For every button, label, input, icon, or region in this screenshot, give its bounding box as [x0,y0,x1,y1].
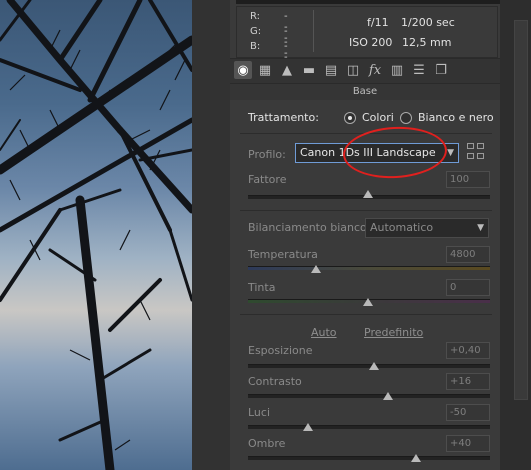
bw-option-label[interactable]: Bianco e nero [418,111,494,124]
aperture-value: f/11 [367,16,389,29]
chevron-down-icon: ▼ [447,148,454,158]
highlights-label: Luci [248,406,271,419]
highlights-slider-track[interactable] [248,425,490,429]
tint-slider-thumb[interactable] [363,298,373,306]
r-readout: R: --- [250,11,288,44]
mountain-icon[interactable]: ▲ [278,61,296,79]
snapshots-icon[interactable]: ❐ [432,61,450,79]
grid-icon[interactable]: ▦ [256,61,274,79]
exposure-label: Esposizione [248,344,313,357]
info-box [236,6,498,58]
color-radio[interactable] [344,112,356,124]
g-readout: G: --- [250,26,288,59]
shutter-value: 1/200 sec [401,16,455,29]
hsl-icon[interactable]: ▤ [322,61,340,79]
lens-icon[interactable]: ◫ [344,61,362,79]
chevron-down-icon: ▼ [477,223,484,233]
scrollbar-thumb[interactable] [514,20,528,400]
film-icon[interactable]: ▥ [388,61,406,79]
white-balance-select[interactable]: Automatico ▼ [365,218,489,238]
sliders-icon[interactable]: ☰ [410,61,428,79]
preview-border [192,0,230,470]
aperture-icon[interactable]: ◉ [234,61,252,79]
amount-label: Fattore [248,173,287,186]
temperature-value[interactable]: 4800 [446,246,490,263]
tint-value[interactable]: 0 [446,279,490,296]
exposure-value[interactable]: +0,40 [446,342,490,359]
split-icon[interactable]: ▬ [300,61,318,79]
amount-value[interactable]: 100 [446,171,490,188]
shadows-value[interactable]: +40 [446,435,490,452]
shadows-slider-track[interactable] [248,456,490,460]
white-balance-value: Automatico [370,221,434,234]
color-option-label[interactable]: Colori [362,111,394,124]
contrast-value[interactable]: +16 [446,373,490,390]
shadows-label: Ombre [248,437,286,450]
temperature-label: Temperatura [248,248,318,261]
photo-preview[interactable] [0,0,192,470]
amount-slider-thumb[interactable] [363,190,373,198]
histogram-strip [236,0,500,4]
divider [240,210,492,211]
focal-length-value: 12,5 mm [402,36,452,49]
default-link[interactable]: Predefinito [364,326,423,339]
temperature-slider-track[interactable] [248,266,490,270]
temperature-slider-thumb[interactable] [311,265,321,273]
divider [240,314,492,315]
info-divider [313,10,314,52]
profile-label: Profilo: [248,148,286,161]
section-title: Base [230,84,500,100]
exposure-slider-thumb[interactable] [369,362,379,370]
white-balance-label: Bilanciamento bianco: [248,221,371,234]
contrast-slider-track[interactable] [248,394,490,398]
auto-link[interactable]: Auto [311,326,337,339]
profile-browser-icon[interactable] [467,143,487,161]
tint-label: Tinta [248,281,276,294]
tree-branches-image [0,0,192,470]
contrast-label: Contrasto [248,375,302,388]
treatment-label: Trattamento: [248,111,319,124]
contrast-slider-thumb[interactable] [383,392,393,400]
iso-value: ISO 200 [349,36,393,49]
highlights-value[interactable]: -50 [446,404,490,421]
b-readout: B:--- [250,41,288,74]
shadows-slider-thumb[interactable] [411,454,421,462]
fx-icon[interactable]: fx [366,61,384,79]
bw-radio[interactable] [400,112,412,124]
highlights-slider-thumb[interactable] [303,423,313,431]
